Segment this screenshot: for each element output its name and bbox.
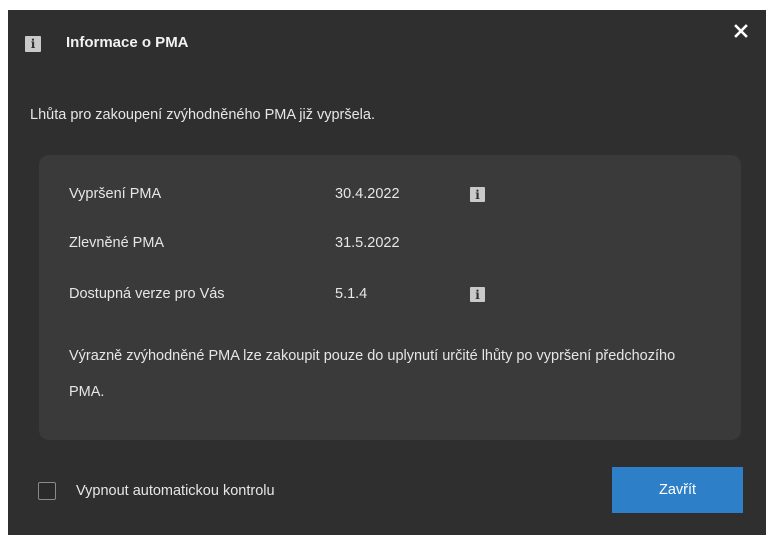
close-button[interactable]: Zavřít — [612, 467, 743, 513]
pma-info-dialog: i Informace o PMA Lhůta pro zakoupení zv… — [8, 10, 766, 535]
info-icon[interactable]: i — [470, 287, 485, 302]
detail-value: 5.1.4 — [335, 286, 368, 302]
detail-label: Dostupná verze pro Vás — [69, 286, 225, 302]
discount-note: Výrazně zvýhodněné PMA lze zakoupit pouz… — [69, 348, 676, 400]
info-icon[interactable]: i — [470, 187, 485, 202]
detail-value: 30.4.2022 — [335, 186, 400, 202]
details-panel: Vypršení PMA 30.4.2022 i Zlevněné PMA 31… — [39, 155, 741, 440]
dialog-titlebar: i Informace o PMA — [8, 10, 766, 74]
expiry-message: Lhůta pro zakoupení zvýhodněného PMA již… — [30, 107, 375, 123]
info-icon: i — [25, 36, 41, 52]
detail-value: 31.5.2022 — [335, 235, 400, 251]
detail-label: Zlevněné PMA — [69, 235, 165, 251]
auto-check-toggle[interactable]: Vypnout automatickou kontrolu — [38, 480, 275, 502]
checkbox-label: Vypnout automatickou kontrolu — [76, 483, 275, 499]
dialog-title: Informace o PMA — [66, 34, 189, 51]
close-icon[interactable] — [730, 20, 752, 42]
detail-label: Vypršení PMA — [69, 186, 162, 202]
auto-check-checkbox[interactable] — [38, 482, 56, 500]
